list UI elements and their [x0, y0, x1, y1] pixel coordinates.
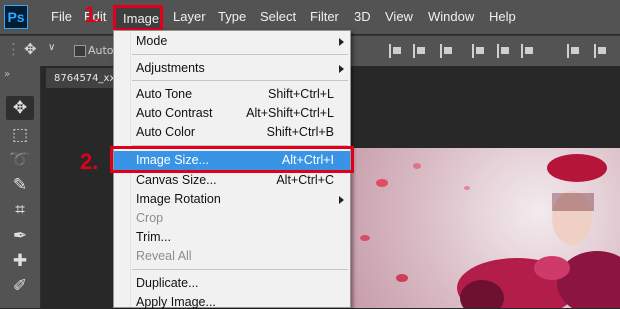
- menu-separator: [132, 269, 348, 270]
- menu-image-highlight[interactable]: Image: [113, 5, 163, 31]
- menu-item-image-rotation[interactable]: Image Rotation: [136, 192, 221, 206]
- photoshop-logo: Ps: [4, 5, 28, 29]
- crop-tool-icon[interactable]: ⌗: [6, 198, 34, 222]
- document-photo[interactable]: [347, 148, 620, 308]
- menu-view[interactable]: View: [385, 9, 413, 24]
- align-bottom-icon[interactable]: [440, 44, 454, 58]
- menu-item-reveal-all: Reveal All: [136, 249, 192, 263]
- shortcut-auto-contrast: Alt+Shift+Ctrl+L: [246, 106, 334, 120]
- menu-type[interactable]: Type: [218, 9, 246, 24]
- shortcut-canvas-size: Alt+Ctrl+C: [276, 173, 334, 187]
- shortcut-auto-color: Shift+Ctrl+B: [266, 125, 334, 139]
- menu-item-trim[interactable]: Trim...: [136, 230, 171, 244]
- submenu-arrow-icon: [339, 65, 344, 73]
- auto-select-checkbox[interactable]: [74, 45, 86, 57]
- step-1-annotation: 1.: [84, 2, 103, 27]
- menu-image[interactable]: Image: [123, 11, 159, 26]
- marquee-tool-icon[interactable]: ⬚: [6, 123, 34, 147]
- document-tab[interactable]: 8764574_xxl: [46, 68, 116, 88]
- distribute-vcenter-icon[interactable]: [594, 44, 608, 58]
- healing-brush-icon[interactable]: ✚: [6, 249, 34, 273]
- grip-icon: ⋮: [6, 40, 21, 58]
- image-size-annotation-box: [110, 146, 354, 173]
- lasso-tool-icon[interactable]: ➰: [6, 148, 34, 172]
- tools-panel: » ✥ ⬚ ➰ ✎ ⌗ ✒ ✚ ✐: [0, 66, 41, 308]
- menu-item-adjustments[interactable]: Adjustments: [136, 61, 205, 75]
- menu-item-auto-contrast[interactable]: Auto Contrast: [136, 106, 212, 120]
- align-hcenter-icon[interactable]: [497, 44, 511, 58]
- menu-item-crop: Crop: [136, 211, 164, 225]
- align-vcenter-icon[interactable]: [413, 44, 427, 58]
- menu-item-canvas-size[interactable]: Canvas Size...: [136, 173, 217, 187]
- distribute-top-icon[interactable]: [567, 44, 581, 58]
- align-right-icon[interactable]: [521, 44, 535, 58]
- submenu-arrow-icon: [339, 38, 344, 46]
- photo-illustration: [360, 154, 620, 308]
- shortcut-auto-tone: Shift+Ctrl+L: [267, 87, 334, 101]
- menu-item-apply-image[interactable]: Apply Image...: [136, 295, 216, 309]
- move-tool-icon[interactable]: ✥: [6, 96, 34, 120]
- menu-item-auto-color[interactable]: Auto Color: [136, 125, 195, 139]
- menu-3d[interactable]: 3D: [354, 9, 371, 24]
- align-left-icon[interactable]: [472, 44, 486, 58]
- menu-item-duplicate[interactable]: Duplicate...: [136, 276, 199, 290]
- menu-separator: [132, 54, 348, 55]
- move-icon[interactable]: ✥: [24, 40, 37, 58]
- menu-item-auto-tone[interactable]: Auto Tone: [136, 87, 192, 101]
- align-top-icon[interactable]: [389, 44, 403, 58]
- menu-layer[interactable]: Layer: [173, 9, 206, 24]
- brush-tool-icon[interactable]: ✐: [6, 274, 34, 298]
- menu-item-mode[interactable]: Mode: [136, 34, 167, 48]
- menu-file[interactable]: File: [51, 9, 72, 24]
- menu-filter[interactable]: Filter: [310, 9, 339, 24]
- magic-wand-icon[interactable]: ✎: [6, 173, 34, 197]
- submenu-arrow-icon: [339, 196, 344, 204]
- chevron-down-icon[interactable]: ∨: [48, 42, 55, 53]
- panel-collapse-icon[interactable]: »: [4, 69, 10, 80]
- menu-select[interactable]: Select: [260, 9, 296, 24]
- eyedropper-icon[interactable]: ✒: [6, 224, 34, 248]
- menu-window[interactable]: Window: [428, 9, 474, 24]
- menu-separator: [132, 80, 348, 81]
- step-2-annotation: 2.: [80, 149, 99, 174]
- menu-help[interactable]: Help: [489, 9, 516, 24]
